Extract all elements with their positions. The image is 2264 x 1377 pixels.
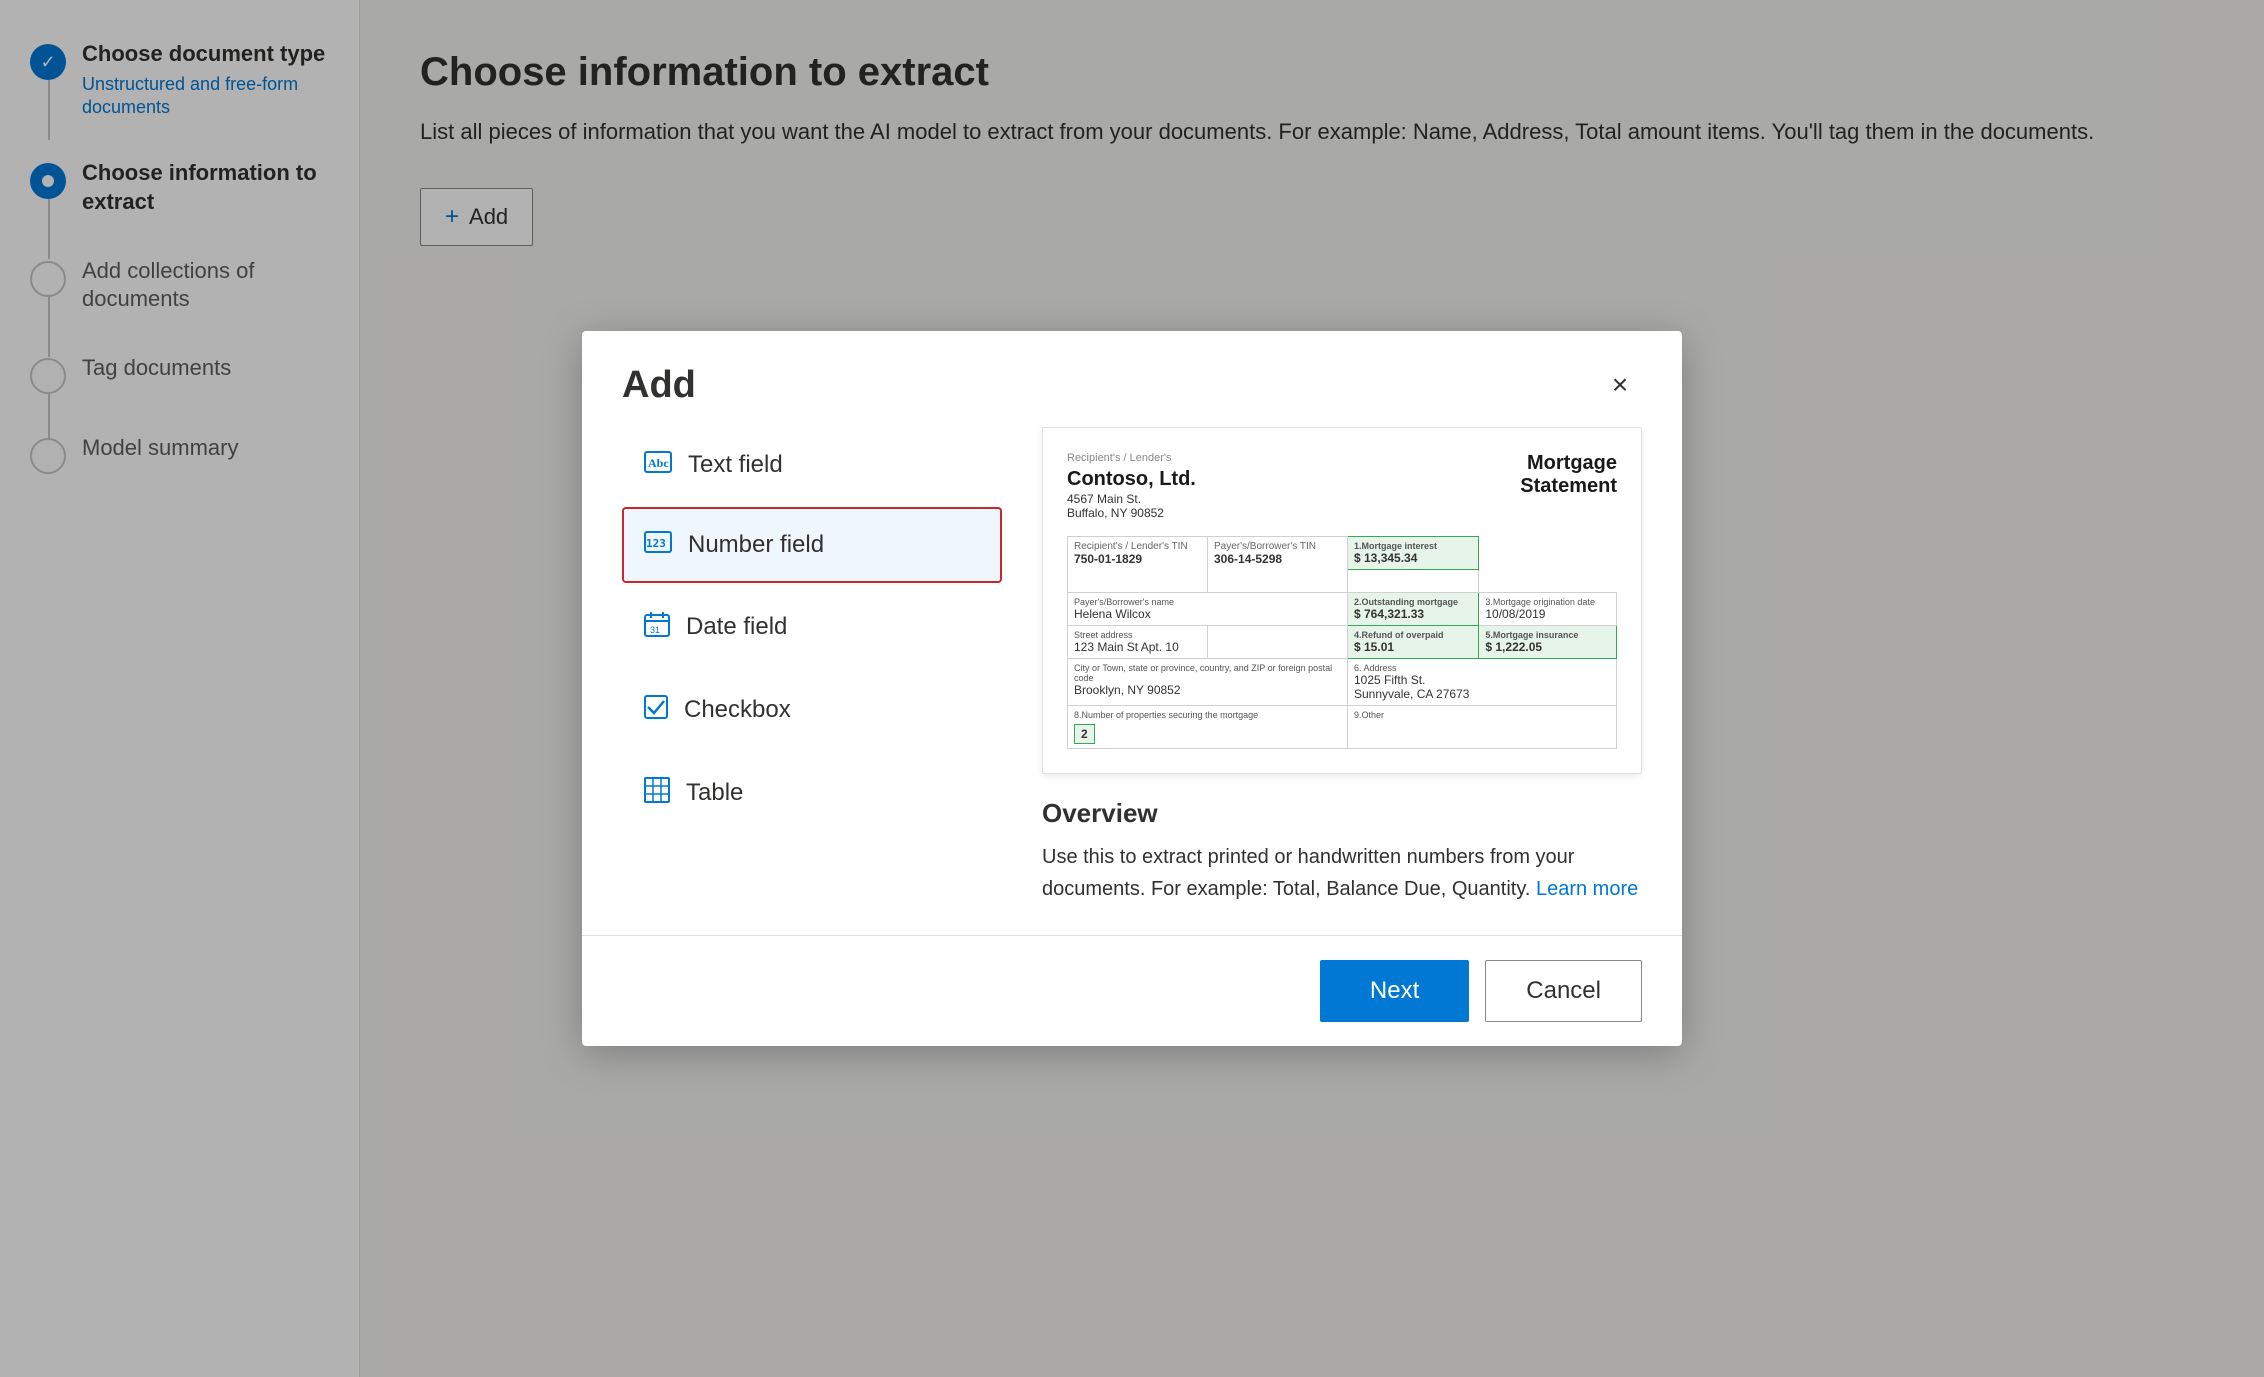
overview-text: Use this to extract printed or handwritt… (1042, 841, 1642, 905)
doc-header: Recipient's / Lender's Contoso, Ltd. 456… (1067, 452, 1617, 520)
field-item-text[interactable]: Abc Text field (622, 427, 1002, 503)
street-address-value: 123 Main St Apt. 10 (1074, 640, 1201, 654)
other-cell: 9.Other (1348, 706, 1617, 749)
insurance-value: $ 1,222.05 (1485, 640, 1610, 654)
date-field-label: Date field (686, 613, 787, 641)
recipient-tin-cell: Recipient's / Lender's TIN 750-01-1829 (1068, 537, 1208, 593)
field-item-number[interactable]: 123 Number field (622, 507, 1002, 583)
refund-value: $ 15.01 (1354, 640, 1472, 654)
mortgage-interest-value: $ 13,345.34 (1354, 551, 1472, 565)
checkbox-label: Checkbox (684, 696, 791, 724)
city-cell: City or Town, state or province, country… (1068, 659, 1348, 706)
field-item-date[interactable]: 31 Date field (622, 587, 1002, 667)
field-item-table[interactable]: Table (622, 753, 1002, 833)
insurance-cell: 5.Mortgage insurance $ 1,222.05 (1479, 626, 1617, 659)
modal-footer: Next Cancel (582, 935, 1682, 1046)
outstanding-mortgage-cell: 2.Outstanding mortgage $ 764,321.33 (1348, 593, 1479, 626)
modal-body: Abc Text field 123 Number (582, 427, 1682, 935)
field-preview: Recipient's / Lender's Contoso, Ltd. 456… (1042, 427, 1642, 905)
doc-company-info: Recipient's / Lender's Contoso, Ltd. 456… (1067, 452, 1196, 520)
properties-cell: 8.Number of properties securing the mort… (1068, 706, 1348, 749)
field-item-checkbox[interactable]: Checkbox (622, 671, 1002, 749)
overview-title: Overview (1042, 798, 1642, 829)
svg-text:123: 123 (646, 537, 666, 550)
city-value: Brooklyn, NY 90852 (1074, 683, 1341, 697)
table-icon (644, 777, 670, 809)
doc-address: 4567 Main St.Buffalo, NY 90852 (1067, 492, 1196, 520)
overview-section: Overview Use this to extract printed or … (1042, 798, 1642, 905)
refund-cell: 4.Refund of overpaid $ 15.01 (1348, 626, 1479, 659)
text-field-label: Text field (688, 451, 783, 479)
payer-tin-value: 306-14-5298 (1214, 552, 1341, 566)
origination-date-value: 10/08/2019 (1485, 607, 1610, 621)
mortgage-interest-cell: 1.Mortgage interest $ 13,345.34 (1348, 537, 1479, 570)
modal-overlay: Add × Abc (0, 0, 2264, 1377)
street-address-cell: Street address 123 Main St Apt. 10 (1068, 626, 1208, 659)
svg-text:31: 31 (650, 625, 660, 635)
empty-cell-2 (1208, 626, 1348, 659)
learn-more-link[interactable]: Learn more (1536, 878, 1638, 900)
number-field-icon: 123 (644, 531, 672, 559)
address6-cell: 6. Address 1025 Fifth St.Sunnyvale, CA 2… (1348, 659, 1617, 706)
preview-document: Recipient's / Lender's Contoso, Ltd. 456… (1042, 427, 1642, 774)
close-icon: × (1612, 369, 1628, 401)
date-field-icon: 31 (644, 611, 670, 643)
svg-text:Abc: Abc (648, 456, 669, 470)
modal-title: Add (622, 364, 696, 407)
recipient-tin-value: 750-01-1829 (1074, 552, 1201, 566)
outstanding-mortgage-value: $ 764,321.33 (1354, 607, 1472, 621)
checkbox-icon (644, 695, 668, 725)
recipient-lender-label: Recipient's / Lender's (1067, 452, 1196, 464)
cancel-button[interactable]: Cancel (1485, 960, 1642, 1022)
payer-name-value: Helena Wilcox (1074, 607, 1341, 621)
doc-company-name: Contoso, Ltd. (1067, 466, 1196, 492)
properties-value: 2 (1074, 724, 1095, 744)
table-label: Table (686, 779, 743, 807)
page-background: ✓ Choose document type Unstructured and … (0, 0, 2264, 1377)
field-list: Abc Text field 123 Number (622, 427, 1002, 905)
overview-text-content: Use this to extract printed or handwritt… (1042, 846, 1574, 900)
text-field-icon: Abc (644, 451, 672, 479)
number-field-label: Number field (688, 531, 824, 559)
modal-header: Add × (582, 331, 1682, 427)
address6-value: 1025 Fifth St.Sunnyvale, CA 27673 (1354, 673, 1610, 701)
payer-tin-cell: Payer's/Borrower's TIN 306-14-5298 (1208, 537, 1348, 593)
modal-close-button[interactable]: × (1598, 363, 1642, 407)
doc-details-table: Recipient's / Lender's TIN 750-01-1829 P… (1067, 536, 1617, 749)
next-button[interactable]: Next (1320, 960, 1469, 1022)
add-modal: Add × Abc (582, 331, 1682, 1046)
payer-name-cell: Payer's/Borrower's name Helena Wilcox (1068, 593, 1348, 626)
empty-cell (1348, 570, 1479, 593)
origination-date-cell: 3.Mortgage origination date 10/08/2019 (1479, 593, 1617, 626)
doc-type: MortgageStatement (1520, 452, 1617, 498)
